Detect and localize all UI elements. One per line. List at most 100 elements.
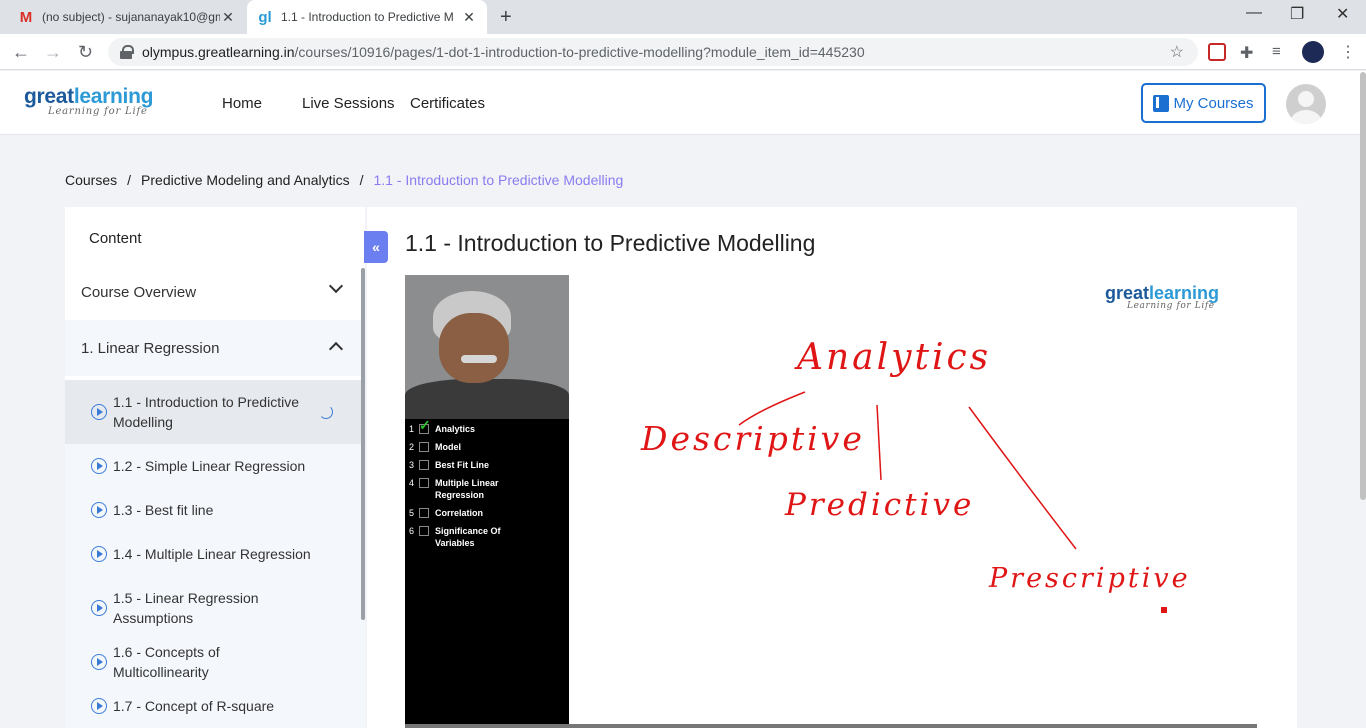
checklist-item: 3 Best Fit Line [409,460,490,470]
play-circle-icon [91,502,107,518]
close-tab-icon[interactable]: ✕ [461,9,477,26]
greatlearning-icon: gl [258,8,272,26]
book-icon [1153,94,1170,112]
section-label: 1. Linear Regression [81,339,220,357]
lesson-label: 1.6 - Concepts of Multicollinearity [113,644,220,680]
forward-icon[interactable]: → [44,42,62,63]
checkbox-icon [419,526,429,536]
extension-icon[interactable] [1208,43,1226,61]
logo-text-great: great [24,85,74,108]
collapse-sidebar-button[interactable]: « [364,231,388,263]
breadcrumb-separator: / [359,172,364,188]
tab-title: (no subject) - sujananayak10@gm [42,10,220,24]
profile-icon[interactable] [1302,41,1324,63]
loading-spinner-icon [319,405,333,419]
page-scrollbar[interactable] [1360,72,1366,500]
pen-cursor-icon [1161,607,1167,613]
play-circle-icon [91,404,107,420]
breadcrumb: Courses / Predictive Modeling and Analyt… [65,172,623,188]
chevron-up-icon [328,341,344,357]
reload-icon[interactable]: ↻ [78,42,93,63]
breadcrumb-courses[interactable]: Courses [65,172,117,188]
double-chevron-left-icon: « [372,239,380,255]
play-circle-icon [91,458,107,474]
section-linear-regression[interactable]: 1. Linear Regression [65,320,365,376]
lesson-item-1-7[interactable]: 1.7 - Concept of R-square [65,684,365,728]
browser-tab-gmail[interactable]: M (no subject) - sujananayak10@gm ✕ [8,0,246,34]
whiteboard-word-prescriptive: Prescriptive [989,563,1191,594]
checklist-label: Model [435,442,461,452]
whiteboard-word-analytics: Analytics [797,337,992,378]
restore-icon[interactable]: ❐ [1290,4,1304,24]
address-bar: ← → ↻ olympus.greatlearning.in/courses/1… [0,34,1366,70]
sidebar-scrollbar[interactable] [361,268,365,620]
instructor-panel: 1Analytics 2Model 3Best Fit Line 4Multip… [405,275,569,728]
checklist-item: 2 Model [409,442,461,452]
chevron-down-icon [328,278,344,294]
checkbox-icon [419,460,429,470]
close-tab-icon[interactable]: ✕ [220,9,236,26]
greatlearning-logo[interactable]: greatlearning Learning for Life [24,85,153,117]
my-courses-button[interactable]: My Courses [1141,83,1266,123]
avatar[interactable] [1286,84,1326,124]
nav-home[interactable]: Home [222,95,262,112]
lecture-video[interactable]: 1Analytics 2Model 3Best Fit Line 4Multip… [405,275,1257,728]
url-input[interactable]: olympus.greatlearning.in/courses/10916/p… [108,38,1198,66]
lesson-label: 1.2 - Simple Linear Regression [113,458,306,474]
lesson-label: 1.7 - Concept of R-square [113,698,275,714]
play-circle-icon [91,654,107,670]
checklist-item: 1Analytics [409,419,567,435]
lesson-label: 1.4 - Multiple Linear Regression [113,546,311,562]
play-circle-icon [91,698,107,714]
tab-title: 1.1 - Introduction to Predictive M [281,10,454,24]
checklist-label: Multiple Linear Regression [435,478,499,500]
video-progress-bar[interactable] [405,724,1257,728]
checkbox-icon [419,442,429,452]
topic-checklist: 1Analytics 2Model 3Best Fit Line 4Multip… [409,419,567,555]
breadcrumb-current: 1.1 - Introduction to Predictive Modelli… [373,172,624,188]
lesson-label: 1.5 - Linear Regression Assumptions [113,590,259,626]
play-circle-icon [91,600,107,616]
section-label: Course Overview [81,283,197,301]
new-tab-icon[interactable]: + [500,6,512,29]
browser-tab-bar: M (no subject) - sujananayak10@gm ✕ gl 1… [0,0,1366,34]
lesson-item-1-6[interactable]: 1.6 - Concepts of Multicollinearity [65,640,365,684]
logo-tagline: Learning for Life [1127,301,1215,311]
checklist-item: 4 Multiple Linear Regression [409,477,567,501]
section-course-overview[interactable]: Course Overview [65,264,365,320]
logo-text-learning: learning [1149,283,1220,303]
site-header: greatlearning Learning for Life Home Liv… [0,71,1366,135]
breadcrumb-course[interactable]: Predictive Modeling and Analytics [141,172,350,188]
lesson-item-1-1[interactable]: 1.1 - Introduction to Predictive Modelli… [65,380,365,444]
nav-certificates[interactable]: Certificates [410,95,485,112]
menu-kebab-icon[interactable]: ⋮ [1340,42,1356,62]
checklist-label: Analytics [435,424,476,434]
breadcrumb-separator: / [127,172,132,188]
lock-icon [120,45,134,59]
checkbox-checked-icon [419,419,431,434]
checklist-label: Significance Of Variables [435,526,501,548]
lesson-item-1-3[interactable]: 1.3 - Best fit line [65,488,365,532]
instructor-video [405,275,569,419]
minimize-icon[interactable]: — [1246,4,1262,22]
checkbox-icon [419,508,429,518]
media-control-icon[interactable]: ≡ [1272,43,1290,61]
checklist-label: Best Fit Line [435,460,490,470]
whiteboard-word-predictive: Predictive [785,487,975,523]
lesson-item-1-2[interactable]: 1.2 - Simple Linear Regression [65,444,365,488]
bookmark-star-icon[interactable]: ☆ [1170,42,1184,62]
puzzle-icon[interactable]: ✚ [1240,43,1258,62]
checklist-item: 5 Correlation [409,508,484,518]
back-icon[interactable]: ← [12,42,30,63]
checklist-item: 6 Significance Of Variables [409,525,567,549]
logo-tagline: Learning for Life [48,106,148,117]
whiteboard-word-descriptive: Descriptive [641,419,865,458]
logo-text-great: great [1105,283,1150,303]
browser-tab-course[interactable]: gl 1.1 - Introduction to Predictive M ✕ [247,0,487,34]
whiteboard: Analytics Descriptive Predictive Prescri… [569,275,1257,724]
my-courses-label: My Courses [1173,94,1254,112]
nav-live-sessions[interactable]: Live Sessions [302,95,395,112]
lesson-item-1-5[interactable]: 1.5 - Linear Regression Assumptions [65,576,365,640]
lesson-item-1-4[interactable]: 1.4 - Multiple Linear Regression [65,532,365,576]
close-window-icon[interactable]: ✕ [1336,4,1349,24]
